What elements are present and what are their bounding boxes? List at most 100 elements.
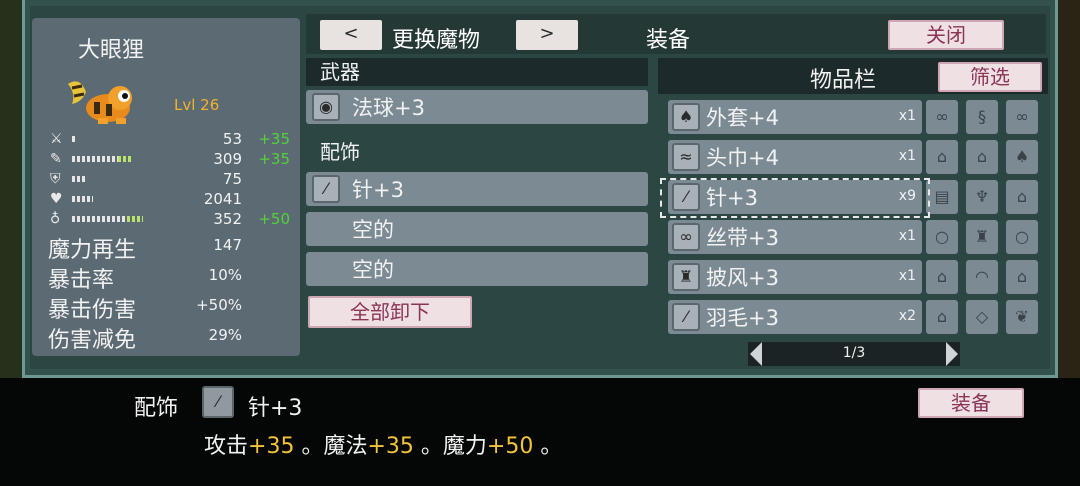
heart-icon: ♥ <box>50 191 63 207</box>
inventory-item-qty: x1 <box>898 228 916 244</box>
stat-row: ♥ 2041 <box>50 190 290 208</box>
shell-icon[interactable]: ◇ <box>966 300 998 334</box>
prev-pet-label: < <box>343 23 359 44</box>
attribute-value: 147 <box>213 236 242 254</box>
weapon-section-label: 武器 <box>320 60 360 84</box>
lock-icon[interactable]: ⌂ <box>926 300 958 334</box>
stat-bar <box>72 216 143 222</box>
coat-icon[interactable]: ♠ <box>1006 140 1038 174</box>
accessory-empty-label: 空的 <box>352 218 394 242</box>
detail-effects: 攻击+35 。魔法+35 。魔力+50 。 <box>204 428 562 460</box>
attribute-row: 暴击伤害 +50% <box>48 292 298 323</box>
weapon-section-header: 武器 <box>306 58 648 86</box>
effect-label: 魔法 <box>323 434 368 459</box>
character-name: 大眼狸 <box>78 38 145 63</box>
inventory-item[interactable]: ≈ 头巾+4 x1 <box>668 140 922 174</box>
accessory-slot-3[interactable]: 空的 <box>306 252 648 286</box>
ribbon-icon: ∞ <box>672 223 700 251</box>
figure-icon[interactable]: § <box>966 100 998 134</box>
unequip-all-label: 全部卸下 <box>350 300 430 324</box>
detail-item-name: 针+3 <box>248 396 303 421</box>
inventory-item-name: 披风+3 <box>706 266 779 290</box>
goggles-icon[interactable]: ∞ <box>1006 100 1038 134</box>
stat-bonus: +35 <box>258 130 290 148</box>
ring-icon[interactable]: ○ <box>1006 220 1038 254</box>
inventory-item-qty: x2 <box>898 308 916 324</box>
shield-icon: ⛨ <box>50 171 61 187</box>
wand-icon: ✎ <box>50 151 62 167</box>
attribute-label: 暴击率 <box>48 268 115 293</box>
inventory-item[interactable]: ⁄ 羽毛+3 x2 <box>668 300 922 334</box>
scarf-icon: ≈ <box>672 143 700 171</box>
switch-pet-label: 更换魔物 <box>392 28 481 53</box>
effect-value: +35 <box>367 434 414 459</box>
effect-value: +35 <box>248 434 295 459</box>
accessory-name: 针+3 <box>352 178 404 202</box>
needle-icon: ⁄ <box>202 386 234 418</box>
orb-icon: ◉ <box>312 93 340 121</box>
lock-icon[interactable]: ⌂ <box>926 140 958 174</box>
detail-category: 配饰 <box>134 396 179 421</box>
potion-icon: ♁ <box>50 211 61 227</box>
cape-icon[interactable]: ♜ <box>966 220 998 254</box>
prev-pet-button[interactable]: < <box>320 20 382 50</box>
lock-icon[interactable]: ⌂ <box>1006 180 1038 214</box>
stat-value: 309 <box>213 150 242 168</box>
lock-icon[interactable]: ⌂ <box>926 260 958 294</box>
book-icon[interactable]: ▤ <box>926 180 958 214</box>
stat-row: ♁ 352 +50 <box>50 210 290 228</box>
inventory-title: 物品栏 <box>810 68 877 93</box>
equip-label: 装备 <box>951 391 991 415</box>
feather-icon[interactable]: ♆ <box>966 180 998 214</box>
lock-icon[interactable]: ⌂ <box>1006 260 1038 294</box>
hat-icon[interactable]: ◠ <box>966 260 998 294</box>
filter-label: 筛选 <box>970 65 1010 89</box>
stat-bonus: +35 <box>258 150 290 168</box>
unequip-all-button[interactable]: 全部卸下 <box>308 296 472 328</box>
attribute-value: 10% <box>208 266 242 284</box>
inventory-item[interactable]: ♜ 披风+3 x1 <box>668 260 922 294</box>
attribute-label: 暴击伤害 <box>48 298 137 323</box>
inventory-item-name: 外套+4 <box>706 106 779 130</box>
effect-separator: 。 <box>413 434 443 459</box>
claw-icon[interactable]: ❦ <box>1006 300 1038 334</box>
character-panel: 大眼狸 Lvl 26 ⚔ 53 +35 ✎ 309 +35 ⛨ 75 ♥ 2041 ♁ 352 +50 … <box>32 18 300 356</box>
effect-separator: 。 <box>294 434 324 459</box>
inventory-item-qty: x1 <box>898 108 916 124</box>
stat-bar <box>72 176 85 182</box>
sword-icon: ⚔ <box>50 131 63 147</box>
lock-icon[interactable]: ⌂ <box>966 140 998 174</box>
filter-button[interactable]: 筛选 <box>938 62 1042 92</box>
attribute-label: 伤害减免 <box>48 328 137 353</box>
stat-bar <box>72 196 93 202</box>
attribute-row: 伤害减免 29% <box>48 322 298 353</box>
stat-bonus: +50 <box>258 210 290 228</box>
close-label: 关闭 <box>926 23 966 47</box>
accessory-slot-2[interactable]: 空的 <box>306 212 648 246</box>
inventory-item[interactable]: ∞ 丝带+3 x1 <box>668 220 922 254</box>
weapon-slot[interactable]: ◉ 法球+3 <box>306 90 648 124</box>
needle-icon: ⁄ <box>312 175 340 203</box>
effect-label: 攻击 <box>204 434 249 459</box>
inventory-item[interactable]: ♠ 外套+4 x1 <box>668 100 922 134</box>
tab-title: 装备 <box>646 28 691 53</box>
inventory-item-qty: x1 <box>898 268 916 284</box>
stat-value: 352 <box>213 210 242 228</box>
inventory-pager: 1/3 <box>748 342 960 366</box>
feather-icon: ⁄ <box>672 303 700 331</box>
stat-row: ⚔ 53 +35 <box>50 130 290 148</box>
item-detail-panel: 配饰 ⁄ 针+3 攻击+35 。魔法+35 。魔力+50 。 装备 <box>0 378 1080 486</box>
attribute-row: 暴击率 10% <box>48 262 298 293</box>
effect-label: 魔力 <box>442 434 487 459</box>
close-button[interactable]: 关闭 <box>888 20 1004 50</box>
goggles-icon[interactable]: ∞ <box>926 100 958 134</box>
effect-value: +50 <box>486 434 534 459</box>
next-pet-button[interactable]: > <box>516 20 578 50</box>
page-next-icon[interactable] <box>946 342 958 366</box>
attribute-value: 29% <box>208 326 242 344</box>
stat-value: 2041 <box>203 190 242 208</box>
ring-icon[interactable]: ○ <box>926 220 958 254</box>
inventory-item-name: 丝带+3 <box>706 226 779 250</box>
accessory-slot-1[interactable]: ⁄ 针+3 <box>306 172 648 206</box>
equip-button[interactable]: 装备 <box>918 388 1024 418</box>
